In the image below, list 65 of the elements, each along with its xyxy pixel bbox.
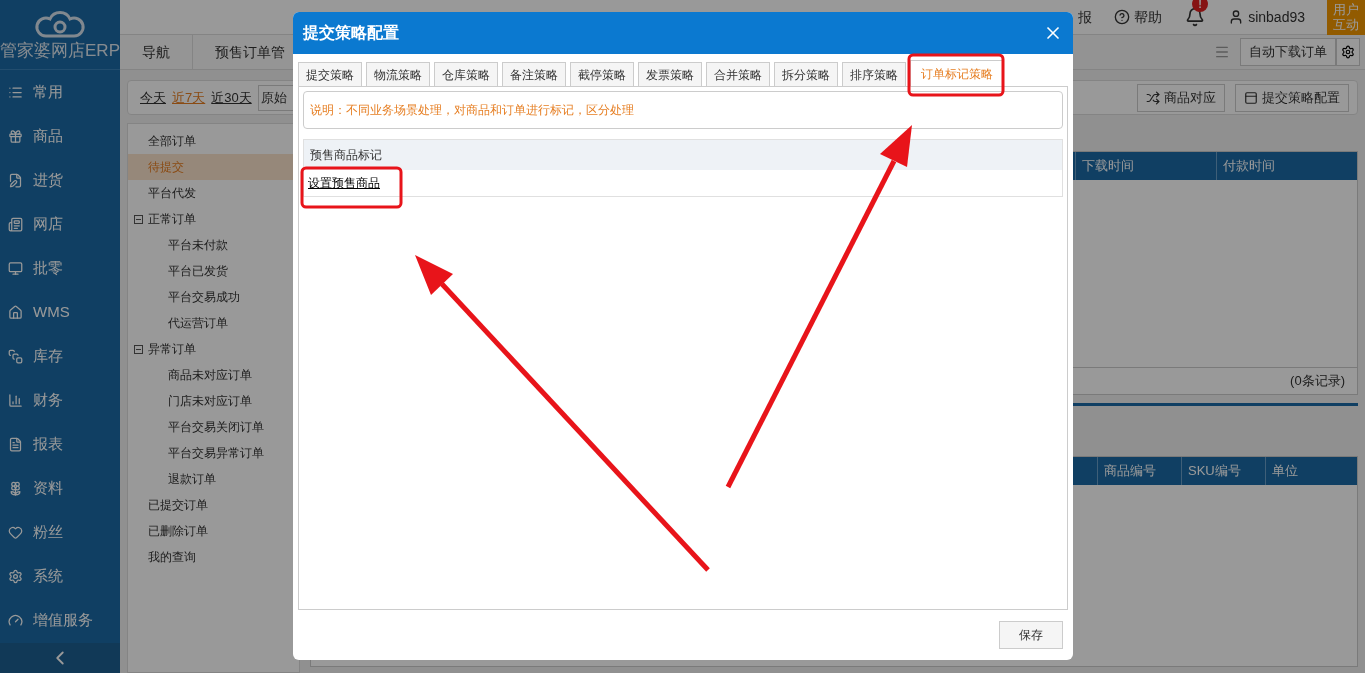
strategy-tab[interactable]: 备注策略: [502, 62, 566, 86]
strategy-tab[interactable]: 提交策略: [298, 62, 362, 86]
record-count: (0条记录): [1290, 372, 1345, 391]
strategy-config-button[interactable]: 提交策略配置: [1235, 83, 1349, 112]
sidebar-item[interactable]: 粉丝: [0, 510, 120, 554]
newspaper-icon: [8, 216, 23, 232]
sidebar-item[interactable]: 商品: [0, 114, 120, 158]
column-header: 商品编号: [1097, 457, 1181, 485]
product-match-button[interactable]: 商品对应: [1137, 83, 1225, 112]
heart-icon: [8, 524, 23, 540]
settings-icon: [8, 568, 23, 584]
tree-item[interactable]: 正常订单: [128, 206, 299, 232]
house-icon: [8, 304, 23, 320]
sidebar-item[interactable]: WMS: [0, 290, 120, 334]
help-icon: [1114, 9, 1131, 25]
strategy-tab[interactable]: 截停策略: [570, 62, 634, 86]
settings-icon: [1341, 45, 1355, 59]
sidebar-item[interactable]: 财务: [0, 378, 120, 422]
date-filter-link[interactable]: 近30天: [211, 87, 252, 108]
logo-text: 管家婆网店ERP: [0, 42, 120, 59]
strategy-tab[interactable]: 发票策略: [638, 62, 702, 86]
monitor-icon: [8, 260, 23, 276]
section-header: 预售商品标记: [304, 140, 1062, 170]
user-menu[interactable]: sinbad93: [1228, 6, 1305, 28]
presale-settings-link[interactable]: 设置预售商品: [308, 174, 380, 192]
strategy-tab[interactable]: 排序策略: [842, 62, 906, 86]
column-header: 下载时间: [1075, 152, 1216, 180]
column-header: 单位: [1265, 457, 1349, 485]
list-icon: [8, 84, 23, 100]
top-bar-text[interactable]: 报: [1078, 6, 1093, 28]
sidebar-item[interactable]: 库存: [0, 334, 120, 378]
flower-icon: [8, 480, 23, 496]
panel-icon: [1244, 90, 1258, 105]
sidebar-item[interactable]: 系统: [0, 554, 120, 598]
auto-download-button[interactable]: 自动下载订单: [1240, 38, 1336, 66]
collapse-icon[interactable]: [134, 344, 143, 354]
settings-button[interactable]: [1336, 38, 1360, 66]
strategy-tab[interactable]: 仓库策略: [434, 62, 498, 86]
document-icon: [8, 436, 23, 452]
date-filter-link[interactable]: 今天: [140, 87, 166, 108]
bar-chart-icon: [8, 392, 23, 408]
shuffle-icon: [1146, 90, 1160, 105]
strategy-tab[interactable]: 合并策略: [706, 62, 770, 86]
strategy-tab[interactable]: 物流策略: [366, 62, 430, 86]
cloud-logo-icon: [34, 10, 86, 40]
column-header: SKU编号: [1181, 457, 1265, 485]
gauge-icon: [8, 612, 23, 628]
sidebar-item[interactable]: 增值服务: [0, 598, 120, 642]
save-button[interactable]: 保存: [999, 621, 1063, 649]
notification-badge: !: [1192, 0, 1209, 12]
sidebar-item[interactable]: 进货: [0, 158, 120, 202]
bell-icon: [1185, 7, 1206, 27]
tree-item[interactable]: 异常订单: [128, 336, 299, 362]
help-link[interactable]: 帮助: [1114, 6, 1163, 28]
note-icon: [8, 172, 23, 188]
note-text: 说明：不同业务场景处理，对商品和订单进行标记，区分处理: [310, 102, 634, 119]
collapse-icon[interactable]: [134, 214, 143, 224]
strategy-tab[interactable]: 拆分策略: [774, 62, 838, 86]
gift-icon: [8, 128, 23, 144]
sidebar-item[interactable]: 常用: [0, 70, 120, 114]
sidebar-item[interactable]: 资料: [0, 466, 120, 510]
sidebar-item[interactable]: 报表: [0, 422, 120, 466]
sidebar-item[interactable]: 批零: [0, 246, 120, 290]
sidebar-item[interactable]: 网店: [0, 202, 120, 246]
column-header: 付款时间: [1216, 152, 1357, 180]
